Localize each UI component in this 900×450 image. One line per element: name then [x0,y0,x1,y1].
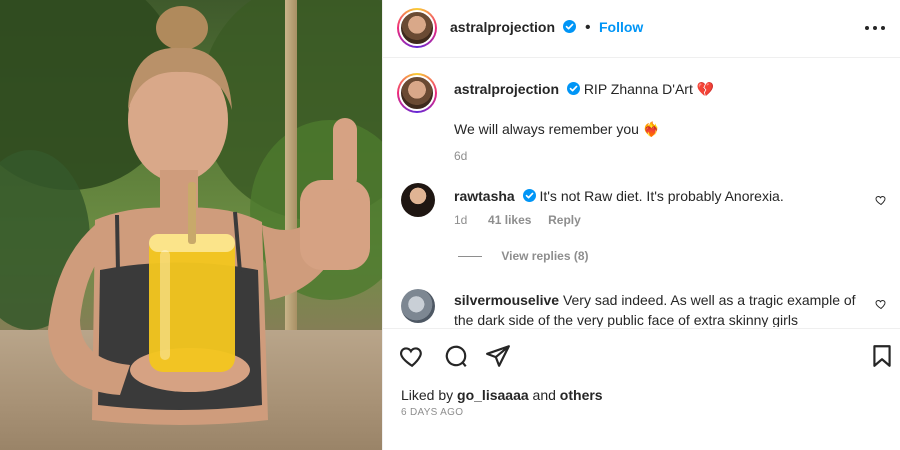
view-replies-label: View replies (8) [501,249,589,263]
comment-username[interactable]: silvermouselive [454,292,559,308]
follow-button[interactable]: Follow [599,19,643,35]
comment-username[interactable]: rawtasha [454,188,515,204]
heart-outline-icon[interactable] [399,343,425,369]
comment-time: 1d [454,213,468,227]
verified-badge-icon [566,82,580,95]
comment-avatar[interactable] [401,289,435,323]
comment-likes[interactable]: 41 likes [488,213,531,227]
view-replies[interactable]: View replies (8) [458,249,589,263]
caption-avatar-image [399,75,435,111]
caption-line2-text: We will always remember you [454,121,639,137]
caption-text-line: astralprojection RIP Zhanna D'Art 💔 [454,79,874,99]
comment-item: silvermouselive Very sad indeed. As well… [401,287,891,327]
liked-by-prefix: Liked by [401,387,454,403]
post-actions: Liked by go_lisaaaa and others 6 DAYS AG… [383,328,900,450]
post-header: astralprojection • Follow [383,0,900,58]
more-horizontal-icon[interactable] [863,18,887,38]
comment-like-icon[interactable] [875,194,887,206]
caption-avatar[interactable] [397,73,437,113]
post-image[interactable] [0,0,382,450]
caption-username[interactable]: astralprojection [454,81,559,97]
verified-badge-icon [563,20,577,33]
liked-by-others[interactable]: others [560,387,603,403]
liked-by: Liked by go_lisaaaa and others [401,387,603,403]
comments-list[interactable]: astralprojection RIP Zhanna D'Art 💔 We w… [383,59,900,327]
verified-badge-icon [522,189,536,202]
comment-text-line: silvermouselive Very sad indeed. As well… [454,290,866,327]
comment-reply-button[interactable]: Reply [548,213,581,227]
broken-heart-emoji: 💔 [696,81,715,97]
caption-time: 6d [454,149,468,163]
author-avatar[interactable] [397,8,437,48]
speech-bubble-icon[interactable] [443,343,469,369]
separator-dot: • [584,19,591,36]
author-avatar-image [399,10,435,46]
person-illustration [48,6,370,425]
comment-item: rawtasha It's not Raw diet. It's probabl… [401,183,891,273]
comment-text-line: rawtasha It's not Raw diet. It's probabl… [454,186,854,206]
heart-fire-emoji: ❤️‍🔥 [642,121,661,137]
view-replies-line [458,256,482,258]
comment-meta: 1d 41 likes Reply [454,213,581,227]
paper-plane-icon[interactable] [485,343,511,369]
caption: astralprojection RIP Zhanna D'Art 💔 We w… [397,73,891,163]
comment-text: It's not Raw diet. It's probably Anorexi… [539,188,784,204]
author-line: astralprojection • Follow [450,19,643,37]
caption-line2: We will always remember you ❤️‍🔥 [454,119,660,139]
post-date[interactable]: 6 DAYS AGO [401,407,463,418]
bookmark-icon[interactable] [869,343,895,369]
comment-avatar[interactable] [401,183,435,217]
liked-by-user[interactable]: go_lisaaaa [457,387,529,403]
post-panel: astralprojection • Follow astralprojecti… [382,0,900,450]
comment-like-icon[interactable] [875,298,887,310]
liked-by-and: and [532,387,556,403]
author-username[interactable]: astralprojection [450,19,555,35]
caption-text: RIP Zhanna D'Art [583,81,693,97]
